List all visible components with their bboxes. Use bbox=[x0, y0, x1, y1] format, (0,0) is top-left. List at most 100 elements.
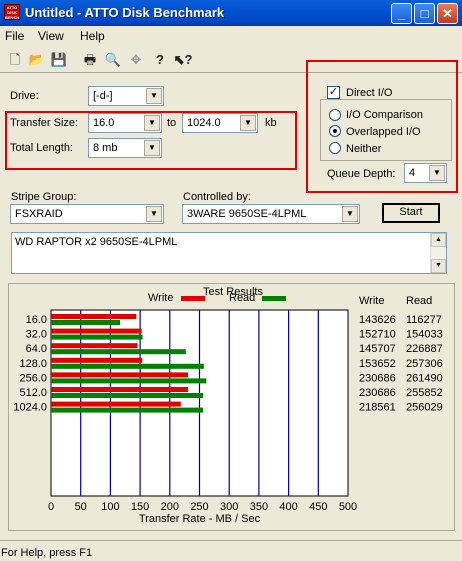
io-comparison-radio[interactable] bbox=[329, 109, 341, 121]
chevron-down-icon[interactable]: ▼ bbox=[144, 140, 160, 156]
read-value: 154033 bbox=[406, 329, 443, 341]
read-value: 116277 bbox=[406, 314, 442, 326]
write-value: 218561 bbox=[359, 402, 396, 414]
test-results-panel: Test Results Write Read Write Read 0 50 100 150 2… bbox=[8, 283, 455, 531]
description-textarea[interactable]: WD RAPTOR x2 9650SE-4LPML ▲ ▼ bbox=[11, 232, 447, 274]
x-tick-label: 350 bbox=[250, 501, 268, 513]
start-button[interactable]: Start bbox=[382, 203, 440, 223]
chevron-down-icon[interactable]: ▼ bbox=[429, 165, 445, 181]
direct-io-checkbox[interactable]: ✓ bbox=[327, 86, 340, 99]
save-icon[interactable]: 💾 bbox=[49, 50, 69, 70]
total-length-label: Total Length: bbox=[10, 142, 73, 154]
read-bar bbox=[51, 407, 204, 413]
write-bar bbox=[51, 314, 137, 319]
chevron-down-icon[interactable]: ▼ bbox=[146, 206, 162, 222]
write-bar bbox=[51, 387, 189, 392]
queue-depth-value: 4 bbox=[409, 167, 416, 179]
x-tick-label: 250 bbox=[190, 501, 208, 513]
column-header-write: Write bbox=[359, 295, 384, 307]
write-bar bbox=[51, 357, 143, 363]
queue-depth-select[interactable]: 4 ▼ bbox=[404, 163, 447, 183]
controlled-by-select[interactable]: 3WARE 9650SE-4LPML ▼ bbox=[182, 204, 360, 224]
category-label: 16.0 bbox=[26, 314, 47, 326]
total-length-select[interactable]: 8 mb ▼ bbox=[88, 138, 162, 158]
scroll-down-icon[interactable]: ▼ bbox=[431, 259, 446, 273]
category-label: 512.0 bbox=[19, 387, 47, 399]
x-axis-label: Transfer Rate - MB / Sec bbox=[139, 513, 261, 525]
menu-view[interactable]: View bbox=[38, 29, 64, 43]
transfer-to-select[interactable]: 1024.0 ▼ bbox=[182, 113, 258, 133]
x-tick-label: 450 bbox=[309, 501, 327, 513]
read-value: 261490 bbox=[406, 372, 443, 384]
print-icon[interactable]: 🖶 bbox=[80, 50, 100, 70]
chevron-down-icon[interactable]: ▼ bbox=[144, 115, 160, 131]
atto-app-icon[interactable]: ATTO DISK BENCH bbox=[4, 4, 20, 20]
maximize-button[interactable]: □ bbox=[414, 3, 435, 24]
stripe-group-value: FSXRAID bbox=[15, 208, 63, 220]
write-value: 230686 bbox=[359, 372, 396, 384]
transfer-from-select[interactable]: 16.0 ▼ bbox=[88, 113, 162, 133]
chevron-down-icon[interactable]: ▼ bbox=[240, 115, 256, 131]
new-file-icon[interactable]: 🗋 bbox=[5, 50, 25, 70]
x-tick-label: 100 bbox=[101, 501, 119, 513]
menu-file[interactable]: File bbox=[5, 29, 24, 43]
minimize-button[interactable]: _ bbox=[391, 3, 412, 24]
read-value: 257306 bbox=[406, 358, 443, 370]
move-icon[interactable]: ✥ bbox=[126, 50, 146, 70]
stripe-group-select[interactable]: FSXRAID ▼ bbox=[10, 204, 164, 224]
neither-label: Neither bbox=[346, 143, 382, 155]
write-bar bbox=[51, 343, 138, 349]
drive-select[interactable]: [-d-] ▼ bbox=[88, 86, 164, 106]
queue-depth-label: Queue Depth: bbox=[327, 168, 396, 180]
status-text: For Help, press F1 bbox=[1, 547, 93, 559]
write-bar bbox=[51, 372, 189, 378]
column-header-read: Read bbox=[406, 295, 432, 307]
drive-value: [-d-] bbox=[93, 90, 113, 102]
legend-read-label: Read bbox=[229, 292, 255, 304]
overlapped-io-radio[interactable] bbox=[329, 125, 341, 137]
total-length-value: 8 mb bbox=[93, 142, 118, 154]
transfer-from-value: 16.0 bbox=[93, 117, 115, 129]
read-bar bbox=[51, 349, 186, 355]
write-value: 153652 bbox=[359, 358, 396, 370]
read-bar bbox=[51, 393, 203, 398]
title-bar: ATTO DISK BENCH Untitled - ATTO Disk Ben… bbox=[0, 0, 462, 26]
context-help-icon[interactable]: ⬉? bbox=[173, 50, 193, 70]
chevron-down-icon[interactable]: ▼ bbox=[342, 206, 358, 222]
read-bar bbox=[51, 363, 204, 369]
legend-write-label: Write bbox=[148, 292, 173, 304]
category-label: 256.0 bbox=[19, 372, 47, 384]
close-button[interactable]: ✕ bbox=[437, 3, 458, 24]
transfer-size-label: Transfer Size: bbox=[10, 117, 79, 129]
transfer-unit: kb bbox=[265, 117, 277, 129]
category-label: 1024.0 bbox=[13, 402, 47, 414]
help-icon[interactable]: ? bbox=[150, 50, 170, 70]
description-scrollbar[interactable]: ▲ ▼ bbox=[430, 233, 446, 273]
window-title: Untitled - ATTO Disk Benchmark bbox=[25, 5, 225, 20]
category-label: 128.0 bbox=[19, 358, 47, 370]
transfer-to-value: 1024.0 bbox=[187, 117, 221, 129]
legend-read-swatch bbox=[262, 296, 286, 301]
chevron-down-icon[interactable]: ▼ bbox=[146, 88, 162, 104]
x-tick-label: 500 bbox=[339, 501, 357, 513]
direct-io-label: Direct I/O bbox=[346, 87, 393, 99]
write-value: 143626 bbox=[359, 314, 396, 326]
write-bar bbox=[51, 328, 142, 334]
read-value: 256029 bbox=[406, 402, 443, 414]
x-tick-label: 50 bbox=[75, 501, 87, 513]
menu-help[interactable]: Help bbox=[80, 29, 105, 43]
description-text: WD RAPTOR x2 9650SE-4LPML bbox=[15, 236, 178, 248]
transfer-to-label: to bbox=[167, 117, 177, 129]
status-bar: For Help, press F1 bbox=[0, 540, 462, 561]
neither-radio[interactable] bbox=[329, 142, 341, 154]
read-value: 255852 bbox=[406, 387, 443, 399]
menu-bar: File View Help bbox=[0, 26, 462, 46]
overlapped-io-label: Overlapped I/O bbox=[346, 126, 421, 138]
legend-write-swatch bbox=[181, 296, 205, 301]
open-folder-icon[interactable]: 📂 bbox=[27, 50, 47, 70]
x-tick-label: 300 bbox=[220, 501, 238, 513]
drive-label: Drive: bbox=[10, 90, 39, 102]
print-preview-icon[interactable]: 🔍 bbox=[103, 50, 123, 70]
scroll-up-icon[interactable]: ▲ bbox=[431, 233, 446, 247]
stripe-group-label: Stripe Group: bbox=[11, 191, 77, 203]
